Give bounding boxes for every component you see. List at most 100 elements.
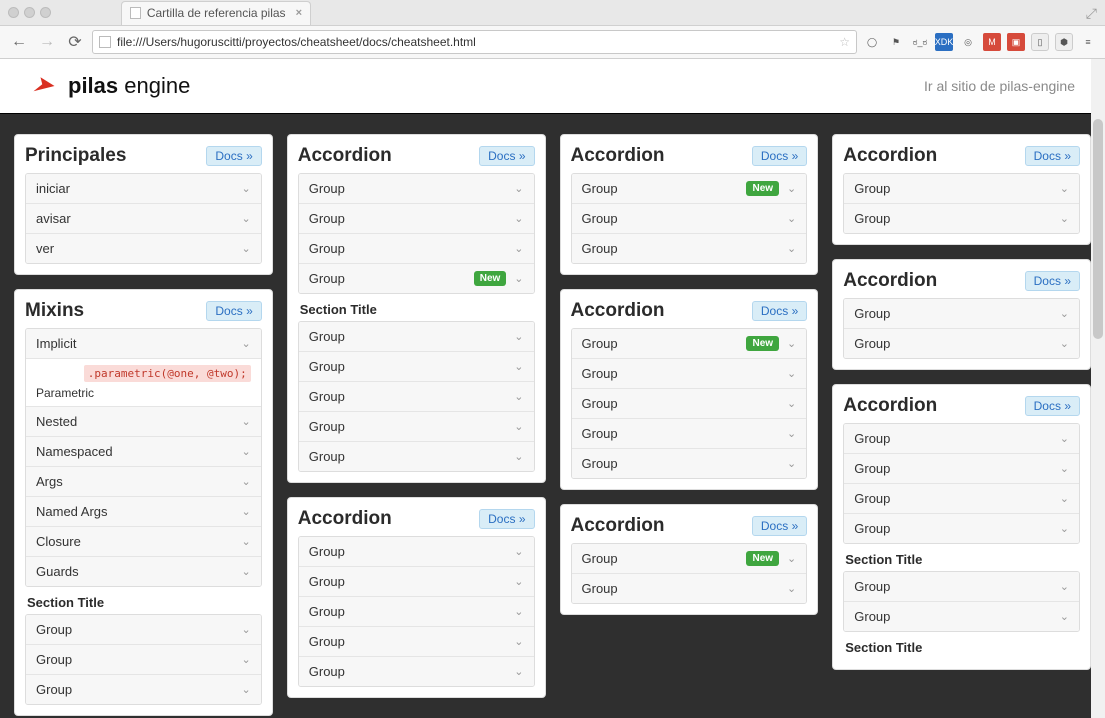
- accordion-item[interactable]: Group ⌄: [844, 174, 1079, 203]
- accordion-item[interactable]: Group⌄: [299, 322, 534, 351]
- accordion-item[interactable]: Group⌄: [572, 573, 807, 603]
- accordion-item[interactable]: Group⌄: [572, 448, 807, 478]
- site-link[interactable]: Ir al sitio de pilas-engine: [924, 78, 1075, 94]
- accordion-item[interactable]: Args⌄: [26, 466, 261, 496]
- docs-button[interactable]: Docs »: [752, 301, 807, 321]
- extension-icon[interactable]: XDK: [935, 33, 953, 51]
- accordion-item[interactable]: Group⌄: [844, 299, 1079, 328]
- accordion-list: GroupNew⌄Group⌄Group⌄Group⌄Group⌄: [571, 328, 808, 479]
- accordion-item[interactable]: Group⌄: [299, 537, 534, 566]
- extension-icon[interactable]: ▯: [1031, 33, 1049, 51]
- accordion-item[interactable]: Group⌄: [844, 601, 1079, 631]
- accordion-item[interactable]: Group⌄: [844, 513, 1079, 543]
- bookmark-star-icon[interactable]: ☆: [839, 35, 850, 49]
- card: AccordionDocs »Group⌄Group⌄: [832, 134, 1091, 245]
- extension-icon[interactable]: ಠ_ಠ: [911, 33, 929, 51]
- accordion-item[interactable]: Group⌄: [844, 453, 1079, 483]
- address-bar[interactable]: file:///Users/hugoruscitti/proyectos/che…: [92, 30, 857, 54]
- accordion-item-label: Group: [854, 181, 1052, 196]
- browser-tab[interactable]: Cartilla de referencia pilas ×: [121, 1, 311, 25]
- chevron-down-icon: ⌄: [787, 212, 796, 225]
- accordion-item[interactable]: Namespaced⌄: [26, 436, 261, 466]
- vertical-scrollbar[interactable]: [1091, 59, 1105, 718]
- accordion-item-label: Implicit: [36, 336, 234, 351]
- accordion-list: Group⌄Group⌄Group⌄GroupNew⌄: [298, 173, 535, 294]
- accordion-item[interactable]: Implicit⌄: [26, 329, 261, 358]
- accordion-item[interactable]: Group⌄: [299, 203, 534, 233]
- accordion-item[interactable]: Guards⌄: [26, 556, 261, 586]
- accordion-item[interactable]: Group⌄: [572, 233, 807, 263]
- accordion-item[interactable]: Group⌄: [844, 328, 1079, 358]
- chevron-down-icon: ⌄: [242, 182, 251, 195]
- logo-text: pilas engine: [68, 73, 190, 99]
- accordion-item[interactable]: avisar⌄: [26, 203, 261, 233]
- docs-button[interactable]: Docs »: [1025, 271, 1080, 291]
- accordion-list: Group⌄Group⌄: [843, 173, 1080, 234]
- accordion-item[interactable]: Group⌄: [299, 626, 534, 656]
- accordion-item[interactable]: Group⌄: [299, 351, 534, 381]
- accordion-item[interactable]: Group⌄: [844, 483, 1079, 513]
- back-button[interactable]: ←: [8, 31, 30, 53]
- extension-icon[interactable]: ◯: [863, 33, 881, 51]
- docs-button[interactable]: Docs »: [206, 146, 261, 166]
- accordion-item[interactable]: Group⌄: [572, 203, 807, 233]
- accordion-item[interactable]: Group⌄: [844, 424, 1079, 453]
- card: AccordionDocs »Group⌄Group⌄Group⌄Group⌄G…: [287, 497, 546, 698]
- accordion-item[interactable]: iniciar⌄: [26, 174, 261, 203]
- accordion-item[interactable]: Named Args⌄: [26, 496, 261, 526]
- accordion-item[interactable]: Group⌄: [299, 233, 534, 263]
- window-zoom-icon[interactable]: [40, 7, 51, 18]
- extension-icon[interactable]: ▣: [1007, 33, 1025, 51]
- accordion-item[interactable]: ver⌄: [26, 233, 261, 263]
- accordion-item[interactable]: Group⌄: [26, 644, 261, 674]
- accordion-item[interactable]: Group⌄: [299, 596, 534, 626]
- reload-button[interactable]: ⟳: [64, 31, 86, 53]
- docs-button[interactable]: Docs »: [479, 146, 534, 166]
- docs-button[interactable]: Docs »: [752, 516, 807, 536]
- accordion-item[interactable]: Group⌄: [26, 615, 261, 644]
- accordion-item[interactable]: Group⌄: [299, 174, 534, 203]
- accordion-item-label: Group: [854, 461, 1052, 476]
- chevron-down-icon: ⌄: [1060, 337, 1069, 350]
- docs-button[interactable]: Docs »: [1025, 146, 1080, 166]
- window-close-icon[interactable]: [8, 7, 19, 18]
- accordion-item-label: Group: [582, 396, 780, 411]
- accordion-item-label: Group: [309, 604, 507, 619]
- accordion-item[interactable]: GroupNew⌄: [299, 263, 534, 293]
- extension-icon[interactable]: ⚑: [887, 33, 905, 51]
- extension-icon[interactable]: ⬢: [1055, 33, 1073, 51]
- accordion-item[interactable]: Nested⌄: [26, 406, 261, 436]
- accordion-item[interactable]: GroupNew⌄: [572, 544, 807, 573]
- scrollbar-thumb[interactable]: [1093, 119, 1103, 339]
- accordion-item[interactable]: Group⌄: [844, 203, 1079, 233]
- menu-icon[interactable]: ≡: [1079, 33, 1097, 51]
- tab-close-icon[interactable]: ×: [296, 7, 302, 19]
- accordion-item[interactable]: Group⌄: [844, 572, 1079, 601]
- accordion-item[interactable]: Group⌄: [299, 656, 534, 686]
- chevron-down-icon: ⌄: [514, 272, 523, 285]
- extension-icon[interactable]: M: [983, 33, 1001, 51]
- logo[interactable]: pilas engine: [30, 72, 190, 100]
- accordion-item[interactable]: Group⌄: [299, 381, 534, 411]
- window-minimize-icon[interactable]: [24, 7, 35, 18]
- accordion-item[interactable]: Group⌄: [299, 566, 534, 596]
- chevron-down-icon: ⌄: [787, 242, 796, 255]
- docs-button[interactable]: Docs »: [1025, 396, 1080, 416]
- chevron-down-icon: ⌄: [514, 212, 523, 225]
- extension-icon[interactable]: ◎: [959, 33, 977, 51]
- accordion-item[interactable]: Group⌄: [26, 674, 261, 704]
- docs-button[interactable]: Docs »: [479, 509, 534, 529]
- accordion-item[interactable]: Group⌄: [572, 358, 807, 388]
- docs-button[interactable]: Docs »: [206, 301, 261, 321]
- chevron-down-icon: ⌄: [242, 475, 251, 488]
- accordion-item[interactable]: GroupNew⌄: [572, 174, 807, 203]
- accordion-item[interactable]: Group⌄: [299, 441, 534, 471]
- accordion-item[interactable]: GroupNew⌄: [572, 329, 807, 358]
- docs-button[interactable]: Docs »: [752, 146, 807, 166]
- accordion-item[interactable]: Group⌄: [572, 418, 807, 448]
- fullscreen-icon[interactable]: ⤢: [1086, 5, 1097, 22]
- accordion-item[interactable]: Closure⌄: [26, 526, 261, 556]
- accordion-item[interactable]: Group⌄: [572, 388, 807, 418]
- chevron-down-icon: ⌄: [1060, 182, 1069, 195]
- accordion-item[interactable]: Group⌄: [299, 411, 534, 441]
